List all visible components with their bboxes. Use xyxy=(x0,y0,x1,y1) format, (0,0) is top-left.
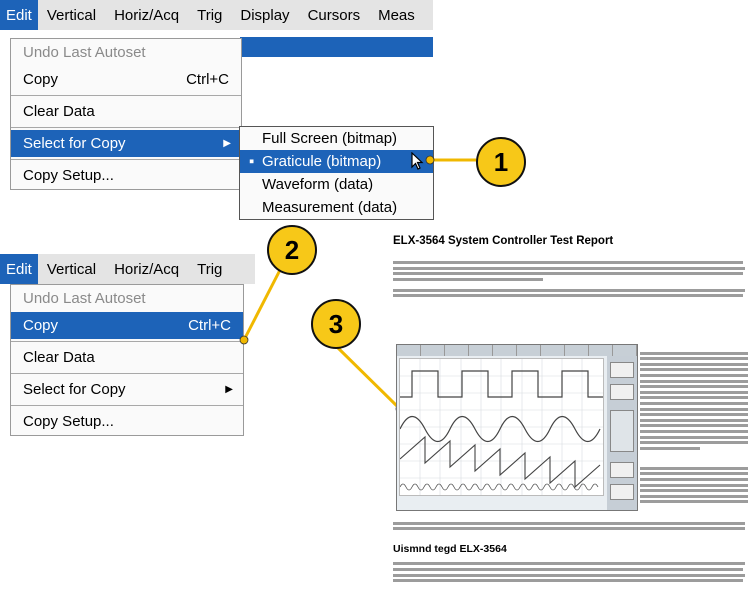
scope-status-line xyxy=(399,498,604,508)
scope-control-panel xyxy=(607,356,637,510)
report-continued: Uismnd tegd ELX-3564 xyxy=(393,519,749,585)
scope-waveforms xyxy=(399,359,603,495)
callout-1: 1 xyxy=(476,137,526,187)
oscilloscope-screenshot xyxy=(396,344,638,511)
scope-toolbar xyxy=(397,345,637,356)
wrapped-text-column xyxy=(640,349,748,506)
body-text-block xyxy=(393,288,749,298)
scope-graticule xyxy=(399,358,604,496)
report-document: ELX-3564 System Controller Test Report xyxy=(393,235,749,300)
report-subheading: Uismnd tegd ELX-3564 xyxy=(393,542,507,555)
report-title: ELX-3564 System Controller Test Report xyxy=(393,235,614,247)
callout-3: 3 xyxy=(311,299,361,349)
callout-2: 2 xyxy=(267,225,317,275)
body-text-block xyxy=(393,261,749,281)
